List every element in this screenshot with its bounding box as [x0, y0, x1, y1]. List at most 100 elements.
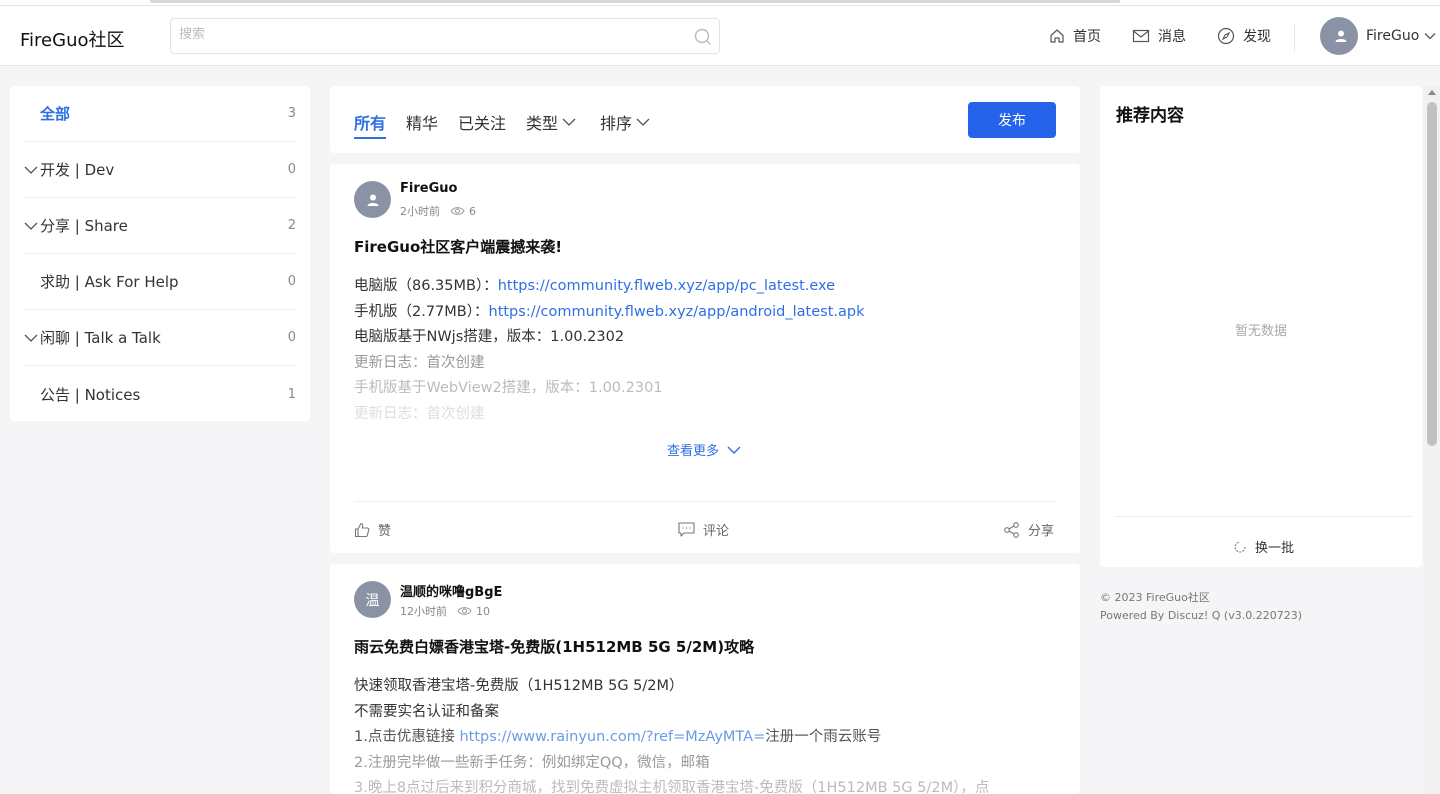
post-author[interactable]: FireGuo — [400, 181, 457, 196]
chevron-down-icon[interactable] — [24, 332, 38, 344]
scroll-up-icon[interactable] — [1428, 90, 1436, 95]
header-divider — [1294, 24, 1295, 52]
home-icon — [1050, 29, 1064, 43]
comment-icon — [678, 522, 695, 537]
tab-label: 类型 — [526, 114, 559, 133]
avatar[interactable] — [354, 181, 391, 218]
post-meta: 12小时前 10 — [400, 603, 490, 619]
share-button[interactable]: 分享 — [1003, 520, 1054, 539]
line-text: 手机版（2.77MB）： — [354, 303, 489, 320]
line-text: 不需要实名认证和备案 — [354, 703, 499, 720]
post-time: 12小时前 — [400, 605, 447, 618]
post-content[interactable]: 快速领取香港宝塔-免费版（1H512MB 5G 5/2M） 不需要实名认证和备案… — [354, 674, 1064, 794]
category-label: 求助 | Ask For Help — [40, 273, 179, 291]
tab-label: 精华 — [406, 114, 439, 133]
thumbs-up-icon — [354, 522, 370, 537]
eye-icon — [450, 207, 465, 215]
content-line: 快速领取香港宝塔-免费版（1H512MB 5G 5/2M） — [354, 674, 1064, 700]
content-line: 1.点击优惠链接 https://www.rainyun.com/?ref=Mz… — [354, 725, 1064, 751]
post-views: 6 — [469, 204, 476, 218]
like-button[interactable]: 赞 — [354, 520, 391, 539]
avatar[interactable]: 温 — [354, 581, 391, 618]
scrollbar-thumb[interactable] — [1427, 102, 1437, 446]
line-text: 电脑版基于NWjs搭建，版本：1.00.2302 — [354, 329, 625, 345]
category-count: 0 — [287, 274, 296, 289]
compass-icon — [1217, 27, 1235, 45]
category-notices[interactable]: 公告 | Notices 1 — [24, 366, 296, 422]
post-title[interactable]: FireGuo社区客户端震撼来袭! — [354, 236, 562, 257]
site-logo[interactable]: FireGuo社区 — [20, 26, 125, 52]
comment-button[interactable]: 评论 — [678, 520, 729, 539]
nav-home-label: 首页 — [1073, 29, 1101, 45]
line-text: 快速领取香港宝塔-免费版（1H512MB 5G 5/2M） — [354, 678, 684, 694]
top-scroll-indicator — [150, 0, 1120, 3]
nav-messages-label: 消息 — [1158, 29, 1186, 45]
user-menu[interactable]: FireGuo — [1320, 17, 1437, 55]
search-box[interactable] — [170, 18, 720, 54]
download-link[interactable]: https://community.flweb.xyz/app/android_… — [489, 304, 865, 320]
line-text: 手机版基于WebView2搭建，版本：1.00.2301 — [354, 380, 663, 396]
search-icon[interactable] — [693, 27, 713, 47]
chevron-down-icon[interactable] — [24, 220, 38, 232]
category-label: 闲聊 | Talk a Talk — [40, 329, 161, 347]
tab-featured[interactable]: 精华 — [406, 110, 438, 134]
chevron-down-icon — [727, 446, 741, 454]
tab-following[interactable]: 已关注 — [458, 110, 506, 134]
nav-discover-label: 发现 — [1243, 29, 1271, 45]
show-more-button[interactable]: 查看更多 — [667, 440, 741, 459]
line-text: 2.注册完毕做一些新手任务：例如绑定QQ，微信，邮箱 — [354, 754, 710, 771]
post-views: 10 — [476, 604, 490, 618]
share-label: 分享 — [1028, 524, 1055, 539]
category-count: 0 — [287, 162, 296, 177]
nav-discover[interactable]: 发现 — [1217, 26, 1271, 46]
category-count: 3 — [287, 106, 296, 121]
chevron-down-icon — [1424, 33, 1436, 40]
user-icon — [1335, 30, 1347, 42]
content-line: 电脑版（86.35MB）：https://community.flweb.xyz… — [354, 274, 1064, 300]
tab-sort[interactable]: 排序 — [600, 110, 650, 134]
filter-tabs: 所有 精华 已关注 类型 排序 发布 — [330, 86, 1080, 153]
tab-all[interactable]: 所有 — [354, 110, 387, 139]
download-link[interactable]: https://community.flweb.xyz/app/pc_lates… — [498, 278, 835, 294]
post-author[interactable]: 温顺的咪噜gBgE — [400, 581, 502, 600]
line-text: 更新日志：首次创建 — [354, 354, 485, 371]
top-header: FireGuo社区 首页 消息 发现 FireGuo — [0, 6, 1440, 66]
recommend-panel: 推荐内容 暂无数据 换一批 — [1100, 86, 1422, 567]
category-label: 公告 | Notices — [40, 385, 141, 404]
refresh-button[interactable]: 换一批 — [1233, 537, 1294, 556]
site-footer: © 2023 FireGuo社区 Powered By Discuz! Q (v… — [1100, 589, 1302, 625]
publish-button[interactable]: 发布 — [968, 102, 1056, 138]
chevron-down-icon — [636, 118, 650, 126]
line-text: 3.晚上8点过后来到积分商城，找到免费虚拟主机领取香港宝塔-免费版（1H512M… — [354, 780, 990, 794]
category-talk[interactable]: 闲聊 | Talk a Talk 0 — [24, 310, 296, 366]
referral-link[interactable]: https://www.rainyun.com/?ref=MzAyMTA= — [459, 729, 765, 745]
show-more-label: 查看更多 — [667, 444, 720, 459]
tab-type[interactable]: 类型 — [526, 110, 576, 134]
user-icon — [367, 194, 378, 206]
page-scrollbar[interactable] — [1424, 86, 1440, 794]
content-line: 手机版基于WebView2搭建，版本：1.00.2301 — [354, 376, 1064, 402]
avatar[interactable] — [1320, 17, 1358, 55]
post-card: 温 温顺的咪噜gBgE 12小时前 10 雨云免费白嫖香港宝塔-免费版(1H51… — [330, 564, 1080, 794]
recommend-title: 推荐内容 — [1116, 106, 1184, 126]
refresh-icon — [1234, 540, 1246, 553]
category-sidebar: 全部 3 开发 | Dev 0 分享 | Share 2 求助 | Ask Fo… — [10, 86, 310, 421]
category-label: 分享 | Share — [40, 217, 128, 235]
category-all[interactable]: 全部 3 — [24, 86, 296, 142]
copyright-text: © 2023 FireGuo社区 — [1100, 591, 1210, 604]
post-content[interactable]: 电脑版（86.35MB）：https://community.flweb.xyz… — [354, 274, 1064, 427]
nav-messages[interactable]: 消息 — [1132, 26, 1186, 46]
content-line: 3.晚上8点过后来到积分商城，找到免费虚拟主机领取香港宝塔-免费版（1H512M… — [354, 776, 1064, 794]
category-help[interactable]: 求助 | Ask For Help 0 — [24, 254, 296, 310]
nav-home[interactable]: 首页 — [1049, 26, 1101, 46]
category-dev[interactable]: 开发 | Dev 0 — [24, 142, 296, 198]
post-time: 2小时前 — [400, 205, 440, 218]
line-text: 1.点击优惠链接 — [354, 729, 460, 745]
category-share[interactable]: 分享 | Share 2 — [24, 198, 296, 254]
post-meta: 2小时前 6 — [400, 203, 476, 219]
search-input[interactable] — [179, 27, 679, 42]
content-line: 2.注册完毕做一些新手任务：例如绑定QQ，微信，邮箱 — [354, 751, 1064, 777]
post-title[interactable]: 雨云免费白嫖香港宝塔-免费版(1H512MB 5G 5/2M)攻略 — [354, 636, 754, 657]
tab-label: 所有 — [354, 114, 387, 133]
chevron-down-icon[interactable] — [24, 164, 38, 176]
